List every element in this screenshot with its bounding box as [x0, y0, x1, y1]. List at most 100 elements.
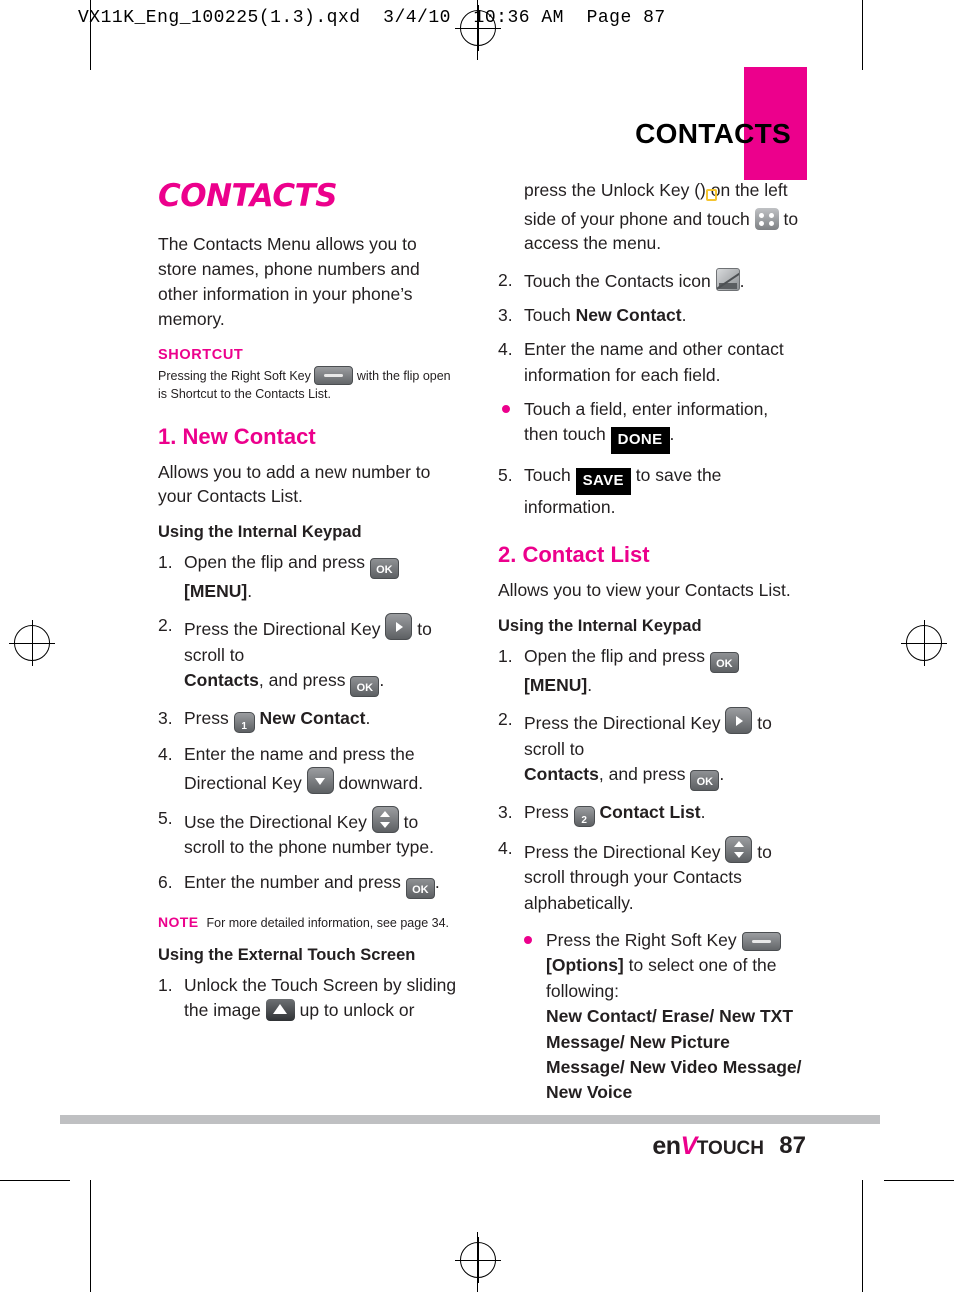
external-touch-heading: Using the External Touch Screen [158, 946, 416, 965]
crop-mark-left-bottom [90, 1180, 91, 1292]
done-softkey-label: DONE [610, 427, 670, 455]
step-tail: . [700, 801, 706, 822]
step-bold: New Contact [259, 708, 366, 728]
step-item: 5. Use the Directional Key to scroll to … [158, 805, 458, 861]
step-number: 5. [498, 465, 513, 486]
step-bold: Contact List [599, 801, 701, 822]
step-number: 1. [158, 975, 173, 996]
step-number: 2. [158, 615, 173, 636]
step-item: 4. Enter the name and press the Directio… [158, 742, 458, 797]
step-tail: . [739, 270, 745, 291]
directional-key-updown-icon [371, 805, 399, 833]
step-number: 4. [158, 744, 173, 764]
step-tail: . [434, 871, 440, 892]
chapter-title: CONTACTS [158, 178, 338, 214]
right-soft-key-icon [741, 932, 781, 951]
shortcut-heading: SHORTCUT [158, 347, 244, 364]
bullet-item: Touch a field, enter information, then t… [498, 397, 803, 455]
steps-list-contact-list: 1. Open the flip and press OK [MENU]. 2.… [498, 644, 803, 916]
step-bold: [MENU] [524, 674, 588, 695]
step-item: 2. Touch the Contacts icon . [498, 267, 803, 294]
step-number: 3. [498, 304, 513, 325]
note-block: NOTE For more detailed information, see p… [158, 913, 458, 933]
step-text: Press the Directional Key [184, 619, 381, 640]
step-number: 6. [158, 871, 173, 892]
section-1-title: 1. New Contact [158, 423, 316, 449]
step-number: 2. [498, 709, 513, 730]
step-item: 3. Press 2 Contact List. [498, 800, 803, 827]
step-number: 2. [498, 269, 513, 290]
bullet-tail: . [669, 424, 675, 445]
step-text: Press the Directional Key [524, 713, 721, 734]
note-label: NOTE [158, 913, 199, 930]
directional-key-updown-icon [725, 835, 753, 863]
registration-mark-bottom [455, 1237, 501, 1283]
crop-mark-right [862, 0, 863, 70]
save-softkey-label: SAVE [575, 468, 631, 495]
unlock-up-arrow-icon [265, 999, 295, 1022]
menu-grid-icon [754, 207, 779, 230]
step-item: 2. Press the Directional Key to scroll t… [158, 613, 458, 697]
internal-keypad-heading-right: Using the Internal Keypad [498, 616, 702, 635]
step-number: 3. [158, 708, 173, 728]
shortcut-text-a: Pressing the Right Soft Key [158, 369, 311, 384]
intro-paragraph: The Contacts Menu allows you to store na… [158, 234, 420, 329]
continued-text-a: press the Unlock Key ( [524, 180, 701, 200]
number-key-2-icon: 2 [573, 805, 595, 827]
step-text: Press [524, 801, 569, 822]
crop-mark-top-left [0, 1180, 70, 1181]
options-list: New Contact/ Erase/ New TXT Message/ New… [546, 1006, 802, 1103]
footer-rule-cap [60, 1115, 88, 1124]
step-tail: . [719, 763, 725, 784]
directional-key-right-icon [725, 707, 753, 735]
step-item: 4. Enter the name and other contact info… [498, 337, 803, 388]
running-head: CONTACTS [635, 118, 791, 149]
ok-key-icon: OK [709, 651, 739, 673]
step-text-3: , and press [258, 670, 346, 690]
step-bold: New Contact [575, 304, 682, 325]
step-item: 3. Touch New Contact. [498, 303, 803, 328]
steps-list-touch: 2. Touch the Contacts icon . 3. Touch Ne… [498, 267, 803, 389]
step-text: Touch [524, 304, 571, 325]
number-key-1-icon: 1 [233, 712, 255, 733]
contacts-icon [715, 267, 740, 291]
registration-mark-left [9, 620, 55, 666]
step-item: 2. Press the Directional Key to scroll t… [498, 707, 803, 791]
continued-paragraph: press the Unlock Key () on the left side… [498, 178, 803, 256]
steps-list-new-contact: 1. Open the flip and press OK [MENU]. 2.… [158, 550, 458, 899]
page-number: 87 [779, 1132, 806, 1159]
brand-name: enV [652, 1132, 698, 1160]
step-text: Enter the name and other contact informa… [524, 339, 784, 385]
footer-rule [60, 1115, 880, 1124]
right-soft-key-icon [314, 366, 354, 386]
step-tail: . [247, 580, 253, 601]
step-text: Press the Directional Key [524, 841, 721, 862]
step-text: Enter the number and press [184, 871, 401, 892]
step-number: 4. [498, 837, 513, 858]
step-text: Use the Directional Key [184, 811, 367, 832]
step-text: Press [184, 708, 229, 728]
registration-mark-right [901, 620, 947, 666]
step-tail: . [379, 670, 385, 690]
brand-logo: enVTOUCH [652, 1132, 764, 1161]
step-item: 1. Unlock the Touch Screen by sliding th… [158, 973, 458, 1024]
step-item: 6. Enter the number and press OK. [158, 870, 458, 899]
ok-key-icon: OK [350, 676, 380, 697]
steps-list-external: 1. Unlock the Touch Screen by sliding th… [158, 973, 458, 1024]
step-bold: Contacts [524, 763, 599, 784]
shortcut-body: Pressing the Right Soft Key with the fli… [158, 366, 458, 404]
step-text: Touch [524, 465, 571, 486]
step-text-2: up to unlock or [299, 1000, 415, 1021]
brand-v: V [680, 1132, 698, 1160]
ok-key-icon: OK [369, 557, 399, 579]
bullet-text: Press the Right Soft Key [546, 930, 737, 950]
section-2-body: Allows you to view your Contacts List. [498, 580, 791, 601]
right-column: press the Unlock Key () on the left side… [498, 178, 803, 1115]
step-item: 5. Touch SAVE to save the information. [498, 463, 803, 520]
step-tail: . [587, 674, 593, 695]
step-tail: . [365, 708, 371, 728]
step-item: 1. Open the flip and press OK [MENU]. [158, 550, 458, 604]
internal-keypad-heading-left: Using the Internal Keypad [158, 522, 362, 541]
directional-key-right-icon [385, 613, 413, 641]
brand-suffix: TOUCH [696, 1138, 764, 1159]
